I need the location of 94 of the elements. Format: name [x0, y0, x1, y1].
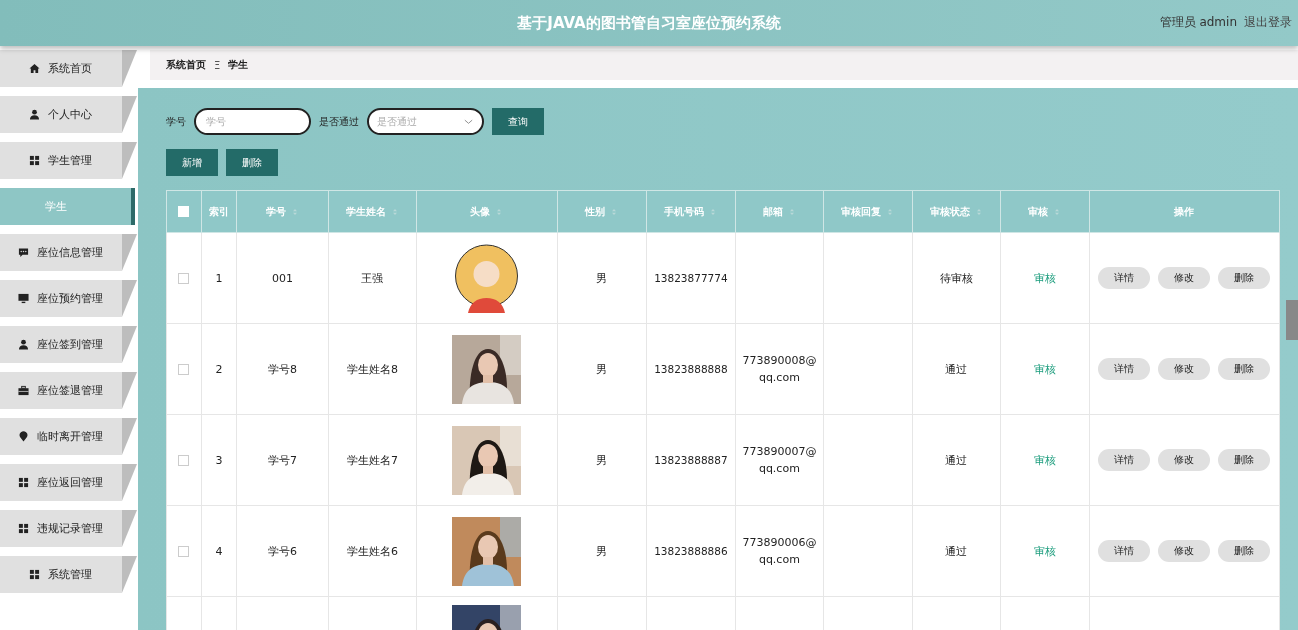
column-header: 手机号码 [664, 204, 705, 219]
sidebar-item[interactable]: 座位信息管理 [0, 234, 137, 271]
column-header: 学号 [265, 204, 286, 219]
column-header: 审核 [1028, 204, 1049, 219]
action-button[interactable]: 删除 [1218, 358, 1271, 380]
row-checkbox[interactable] [178, 546, 190, 557]
sidebar-item[interactable]: 系统管理 [0, 556, 137, 593]
review-link[interactable]: 审核 [1033, 544, 1056, 558]
column-header: 性别 [585, 204, 606, 219]
field-label: 是否通过 [319, 114, 359, 129]
sidebar-item[interactable]: 座位签到管理 [0, 326, 137, 363]
student-name: 王强 [361, 271, 384, 285]
column-header: 审核状态 [929, 204, 970, 219]
student-number: 001 [271, 271, 293, 285]
gender-text: 男 [596, 362, 608, 376]
student-number: 学号6 [267, 544, 297, 558]
sidebar-item[interactable]: 临时离开管理 [0, 418, 137, 455]
action-button[interactable]: 删除 [1218, 540, 1271, 562]
column-header: 操作 [1174, 204, 1195, 219]
action-button[interactable]: 修改 [1158, 267, 1211, 289]
gender-text: 男 [596, 453, 608, 467]
review-status: 通过 [945, 362, 968, 376]
student-number: 学号7 [267, 453, 297, 467]
sidebar-item[interactable]: 违规记录管理 [0, 510, 137, 547]
grid-icon [29, 569, 40, 580]
student-number: 学号8 [267, 362, 297, 376]
row-checkbox[interactable] [178, 364, 190, 375]
phone-number: 13823888888 [654, 362, 728, 375]
sidebar-item[interactable]: 学生管理 [0, 142, 137, 179]
row-index: 1 [215, 271, 223, 285]
user-icon [18, 339, 29, 350]
toolbar-button[interactable]: 新增 [166, 149, 218, 176]
action-button[interactable]: 详情 [1098, 449, 1151, 471]
sidebar-item[interactable]: 系统首页 [0, 50, 137, 87]
action-button[interactable]: 详情 [1098, 358, 1151, 380]
review-status: 通过 [945, 453, 968, 467]
column-header: 学生姓名 [346, 204, 386, 219]
student-name: 学生姓名6 [347, 544, 398, 558]
action-button[interactable]: 删除 [1218, 267, 1271, 289]
user-icon [29, 109, 40, 120]
email-address: 773890006@qq.com [742, 536, 817, 566]
briefcase-icon [18, 385, 29, 396]
student-name: 学生姓名7 [347, 453, 398, 467]
phone-number: 13823888886 [654, 544, 728, 557]
chat-icon [18, 247, 29, 258]
toolbar-button[interactable]: 删除 [226, 149, 278, 176]
action-button[interactable]: 详情 [1098, 540, 1151, 562]
review-status: 待审核 [939, 271, 973, 285]
breadcrumb-current: 学生 [228, 58, 249, 72]
scrollbar[interactable] [1286, 300, 1298, 340]
user-label: 管理员 admin [1159, 14, 1237, 31]
grid-icon [18, 523, 29, 534]
action-button[interactable]: 删除 [1218, 449, 1271, 471]
field-label: 学号 [166, 114, 186, 129]
logout-link[interactable]: 退出登录 [1244, 14, 1292, 31]
action-button[interactable]: 详情 [1098, 267, 1151, 289]
action-button[interactable]: 修改 [1158, 540, 1211, 562]
pin-icon [18, 431, 29, 442]
column-header: 索引 [208, 204, 229, 219]
row-index: 2 [215, 362, 223, 376]
search-button[interactable]: 查询 [492, 108, 544, 135]
breadcrumb-link[interactable]: 系统首页 [166, 58, 206, 72]
select-all-checkbox[interactable] [178, 206, 190, 218]
review-link[interactable]: 审核 [1033, 453, 1056, 467]
column-header: 邮箱 [762, 204, 783, 219]
monitor-icon [18, 293, 29, 304]
sidebar-item[interactable]: 座位返回管理 [0, 464, 137, 501]
breadcrumb-separator: Ξ [214, 59, 221, 71]
row-checkbox[interactable] [178, 273, 190, 284]
sidebar-item[interactable]: 座位预约管理 [0, 280, 137, 317]
home-icon [29, 63, 40, 74]
student-name: 学生姓名8 [347, 362, 398, 376]
row-checkbox[interactable] [178, 455, 190, 466]
gender-text: 男 [596, 271, 608, 285]
action-button[interactable]: 修改 [1158, 358, 1211, 380]
sidebar-item[interactable]: 座位签退管理 [0, 372, 137, 409]
column-header: 审核回复 [841, 204, 882, 219]
app-title: 基于JAVA的图书管自习室座位预约系统 [517, 13, 781, 33]
phone-number: 13823888887 [654, 453, 728, 466]
input-field[interactable]: 学号 [194, 108, 311, 135]
grid-icon [29, 155, 40, 166]
review-link[interactable]: 审核 [1033, 362, 1056, 376]
email-address: 773890008@qq.com [742, 354, 817, 384]
gender-text: 男 [596, 544, 608, 558]
grid-icon [18, 477, 29, 488]
row-index: 3 [215, 453, 223, 467]
phone-number: 13823877774 [654, 271, 728, 284]
sidebar-item[interactable]: 个人中心 [0, 96, 137, 133]
column-header: 头像 [470, 204, 491, 219]
action-button[interactable]: 修改 [1158, 449, 1211, 471]
email-address: 773890007@qq.com [742, 445, 817, 475]
review-link[interactable]: 审核 [1033, 271, 1056, 285]
review-status: 通过 [945, 544, 968, 558]
row-index: 4 [215, 544, 223, 558]
